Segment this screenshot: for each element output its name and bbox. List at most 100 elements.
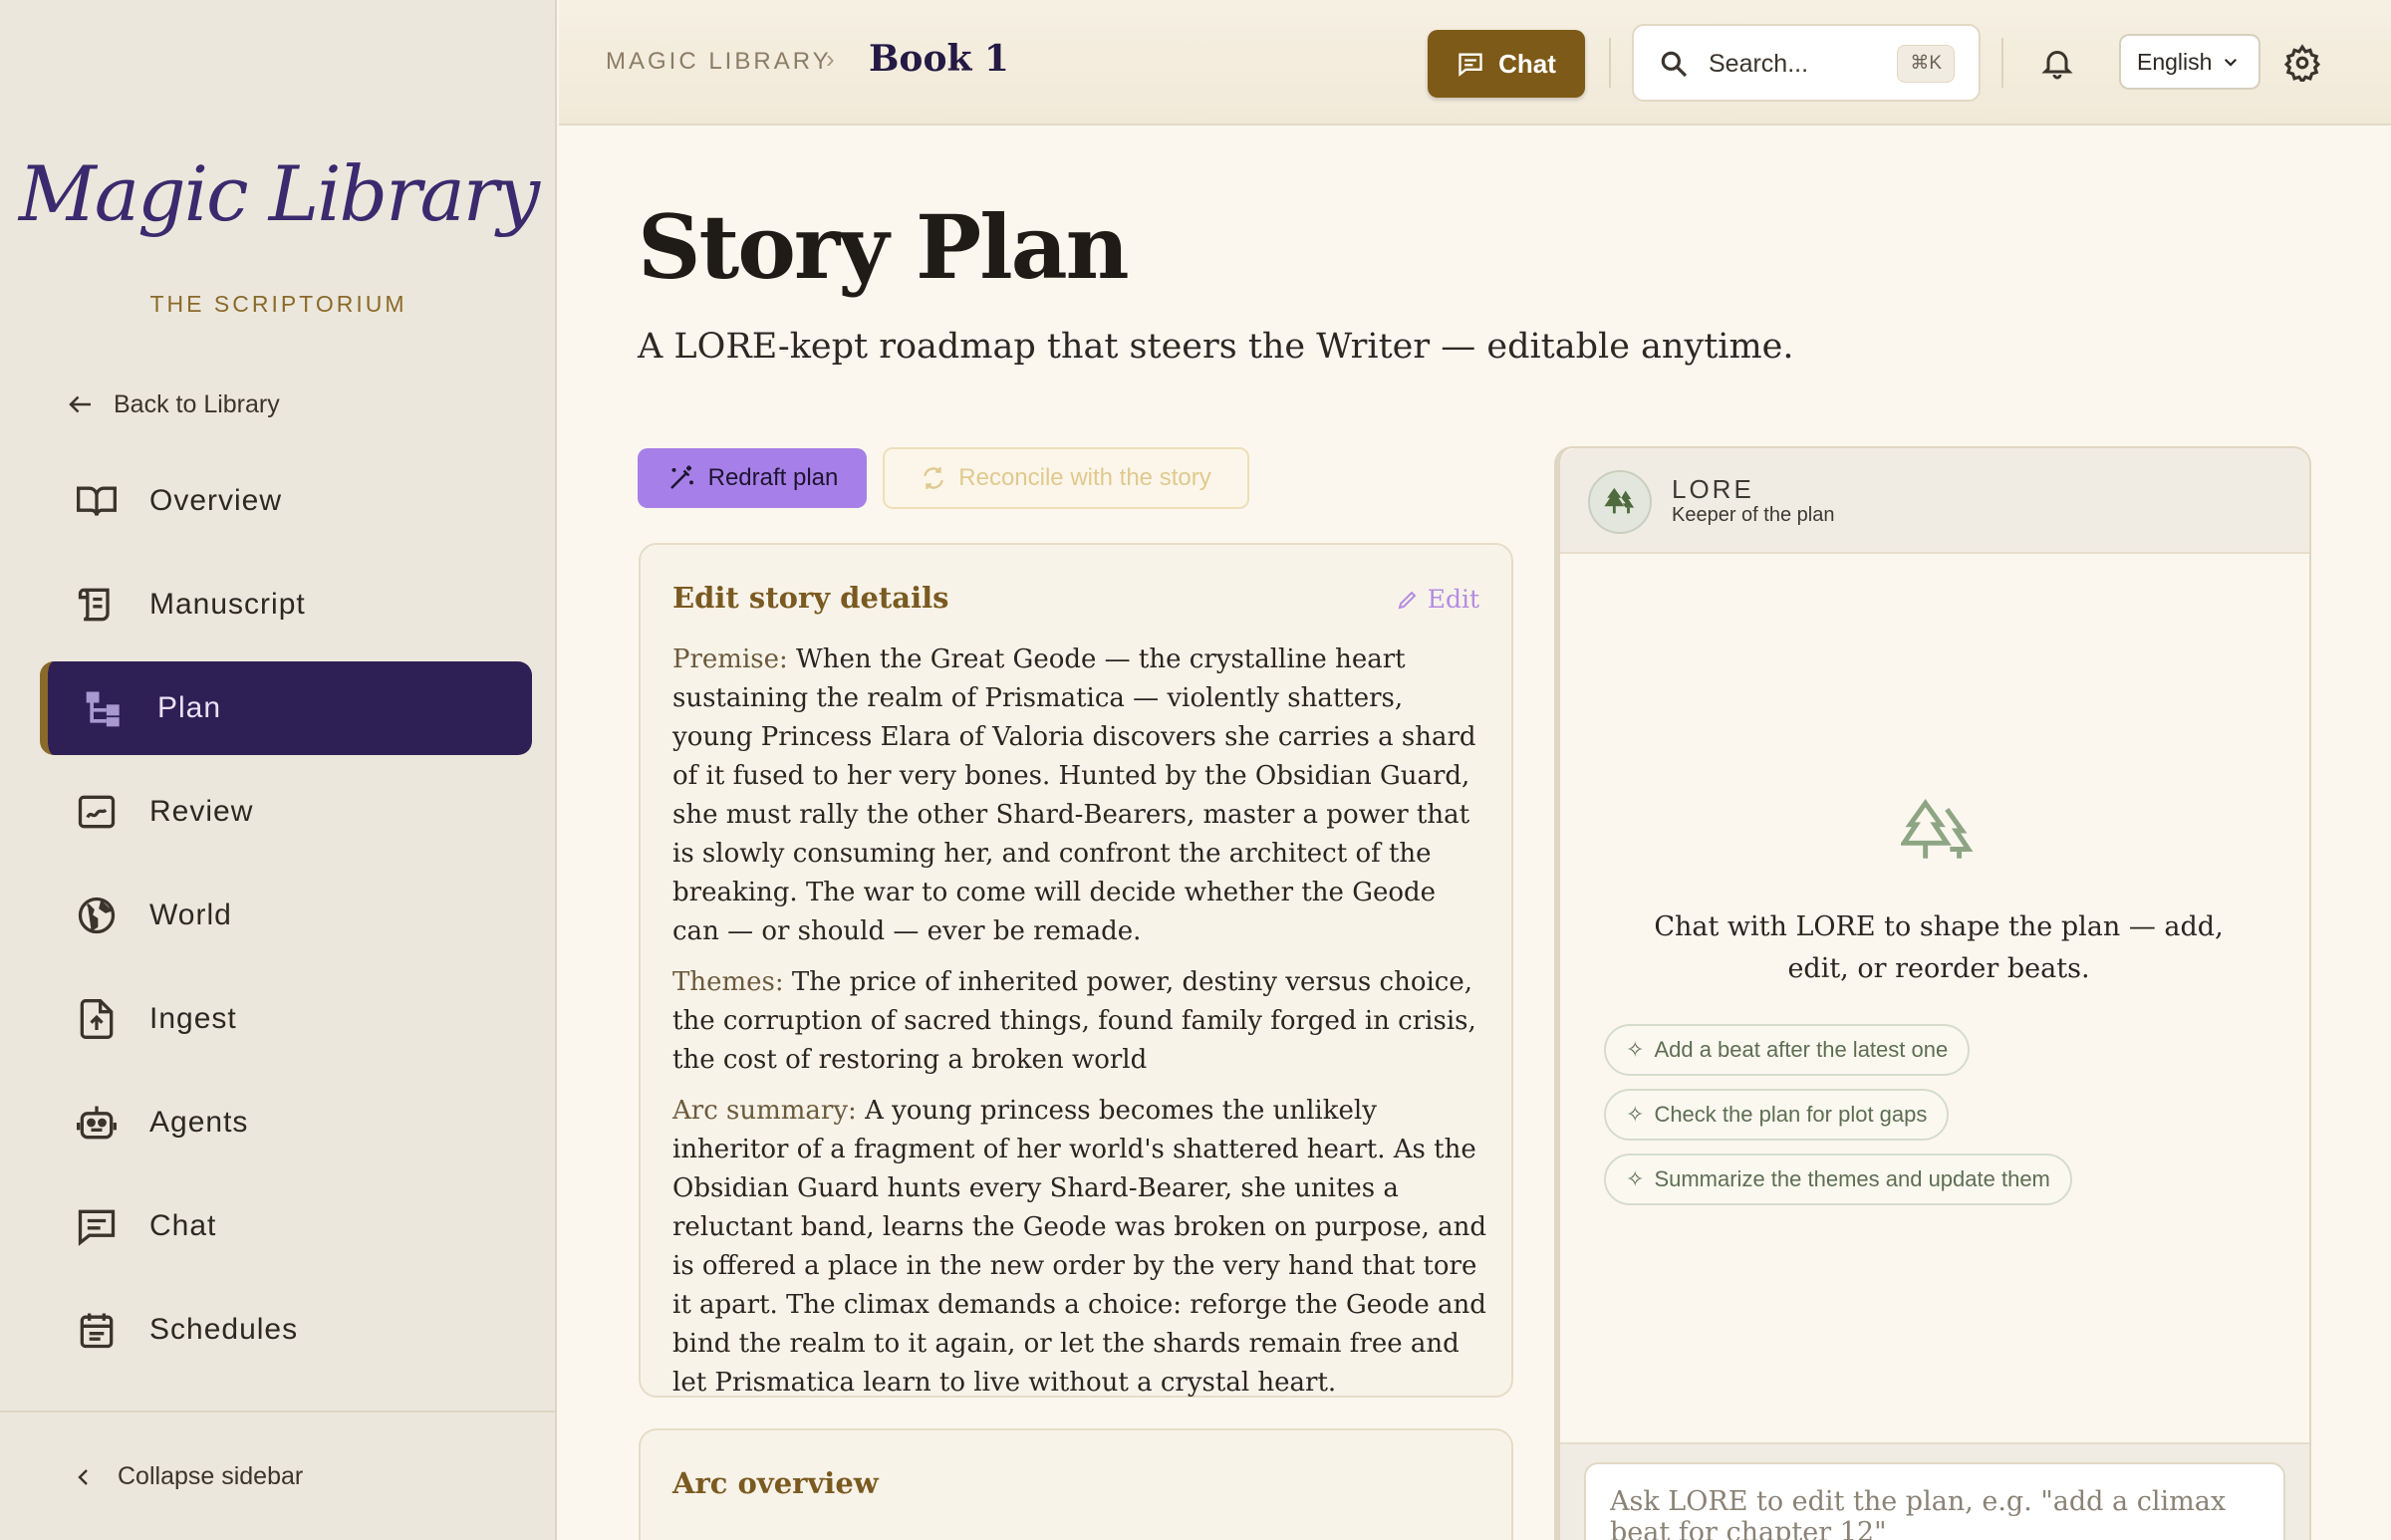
sidebar-item-plan[interactable]: Plan	[40, 661, 532, 755]
reconcile-button[interactable]: Reconcile with the story	[883, 447, 1249, 509]
search-placeholder: Search...	[1709, 50, 1809, 78]
search-shortcut-badge: ⌘K	[1897, 45, 1955, 83]
story-details-body: Premise: When the Great Geode — the crys…	[672, 641, 1489, 1414]
top-bar: MAGIC LIBRARY › Book 1 Chat Search... ⌘K…	[559, 0, 2391, 126]
review-icon	[74, 789, 120, 835]
calendar-icon	[74, 1307, 120, 1353]
search-input[interactable]: Search... ⌘K	[1632, 24, 1981, 102]
robot-icon	[74, 1100, 120, 1146]
sync-icon	[924, 467, 944, 489]
suggestion-chip[interactable]: ✧ Summarize the themes and update them	[1604, 1154, 2072, 1205]
breadcrumb-root[interactable]: MAGIC LIBRARY	[606, 48, 832, 76]
sidebar-item-ingest[interactable]: Ingest	[40, 972, 532, 1066]
sidebar-item-manuscript[interactable]: Manuscript	[40, 558, 532, 651]
language-value: English	[2137, 48, 2213, 75]
sidebar-item-label: Plan	[157, 691, 222, 724]
lore-chat-panel: LORE Keeper of the plan Chat with LORE t…	[1554, 446, 2311, 1540]
sidebar-item-schedules[interactable]: Schedules	[40, 1283, 532, 1377]
globe-icon	[74, 893, 120, 938]
sparkle-icon: ✧	[1626, 1102, 1645, 1127]
app-logo[interactable]: Magic Library	[0, 149, 557, 238]
lore-empty-state-text: Chat with LORE to shape the plan — add, …	[1654, 911, 2224, 984]
premise-paragraph: Premise: When the Great Geode — the crys…	[672, 641, 1489, 951]
suggestion-chip[interactable]: ✧ Add a beat after the latest one	[1604, 1024, 1971, 1076]
sidebar-item-review[interactable]: Review	[40, 765, 532, 859]
search-icon	[1661, 51, 1688, 78]
lore-header: LORE Keeper of the plan	[1560, 448, 2309, 554]
divider	[1609, 38, 1611, 88]
story-details-title: Edit story details	[672, 581, 949, 615]
page-subtitle: A LORE-kept roadmap that steers the Writ…	[638, 327, 1794, 367]
sidebar-item-label: Review	[149, 795, 254, 828]
arc-overview-title: Arc overview	[672, 1466, 879, 1500]
lore-input-placeholder: Ask LORE to edit the plan, e.g. "add a c…	[1610, 1486, 2227, 1540]
arc-summary-paragraph: Arc summary: A young princess becomes th…	[672, 1092, 1489, 1403]
gear-icon[interactable]	[2283, 44, 2321, 82]
open-book-icon	[74, 478, 120, 524]
reconcile-label: Reconcile with the story	[958, 464, 1211, 491]
themes-label: Themes:	[672, 967, 784, 997]
chat-button[interactable]: Chat	[1428, 30, 1585, 98]
themes-paragraph: Themes: The price of inherited power, de…	[672, 963, 1489, 1080]
file-upload-icon	[74, 996, 120, 1042]
suggestion-label: Check the plan for plot gaps	[1654, 1102, 1928, 1127]
bell-icon[interactable]	[2039, 44, 2075, 82]
breadcrumb-separator: ›	[826, 44, 835, 74]
lore-input-area: Ask LORE to edit the plan, e.g. "add a c…	[1560, 1442, 2309, 1540]
magic-wand-icon	[669, 465, 693, 489]
sidebar-footer: Collapse sidebar	[0, 1411, 557, 1540]
chat-icon	[1459, 53, 1482, 77]
divider	[2001, 38, 2003, 88]
redraft-plan-button[interactable]: Redraft plan	[638, 448, 867, 508]
suggestion-label: Summarize the themes and update them	[1654, 1166, 2050, 1191]
lore-role: Keeper of the plan	[1672, 504, 1835, 526]
avatar	[1588, 470, 1652, 534]
arc-overview-card: Arc overview	[639, 1428, 1513, 1540]
scroll-icon	[74, 582, 120, 628]
edit-details-label: Edit	[1427, 585, 1479, 614]
sidebar-item-world[interactable]: World	[40, 869, 532, 962]
sidebar-item-label: Chat	[149, 1209, 217, 1242]
sidebar-item-overview[interactable]: Overview	[40, 454, 532, 548]
lore-name: LORE	[1672, 474, 1754, 504]
redraft-plan-label: Redraft plan	[707, 464, 839, 491]
back-to-library-link[interactable]: Back to Library	[66, 386, 280, 422]
chat-button-label: Chat	[1498, 48, 1556, 79]
suggestion-chip[interactable]: ✧ Check the plan for plot gaps	[1604, 1089, 1950, 1141]
back-to-library-label: Back to Library	[114, 389, 280, 418]
breadcrumb-current: Book 1	[869, 38, 1009, 80]
lore-message-input[interactable]: Ask LORE to edit the plan, e.g. "add a c…	[1584, 1462, 2285, 1540]
arrow-left-icon	[69, 395, 91, 413]
edit-details-button[interactable]: Edit	[1396, 585, 1479, 614]
hierarchy-icon	[82, 685, 128, 731]
sidebar-item-label: Overview	[149, 484, 283, 517]
story-details-card: Edit story details Edit Premise: When th…	[639, 543, 1513, 1398]
sidebar-item-label: Agents	[149, 1106, 249, 1139]
suggestion-label: Add a beat after the latest one	[1654, 1037, 1949, 1062]
collapse-sidebar-button[interactable]: Collapse sidebar	[72, 1462, 303, 1491]
chevron-left-icon	[78, 1468, 88, 1485]
trees-icon	[1604, 487, 1635, 514]
chevron-down-icon	[2225, 58, 2238, 67]
arc-summary-text: A young princess becomes the unlikely in…	[672, 1096, 1487, 1398]
premise-text: When the Great Geode — the crystalline h…	[672, 644, 1476, 946]
sidebar-item-agents[interactable]: Agents	[40, 1076, 532, 1169]
page-title: Story Plan	[638, 195, 1130, 299]
premise-label: Premise:	[672, 644, 788, 674]
sidebar-item-label: Manuscript	[149, 588, 306, 621]
sidebar-item-label: Schedules	[149, 1313, 299, 1346]
chat-icon	[74, 1203, 120, 1249]
sidebar: Magic Library THE SCRIPTORIUM Back to Li…	[0, 0, 557, 1540]
themes-text: The price of inherited power, destiny ve…	[672, 967, 1476, 1075]
sidebar-item-label: Ingest	[149, 1002, 237, 1035]
sidebar-item-chat[interactable]: Chat	[40, 1179, 532, 1273]
app-subtitle: THE SCRIPTORIUM	[149, 291, 407, 317]
sparkle-icon: ✧	[1626, 1166, 1645, 1191]
sparkle-icon: ✧	[1626, 1037, 1645, 1062]
trees-icon	[1901, 799, 1974, 859]
language-select[interactable]: English	[2119, 34, 2260, 90]
sidebar-item-label: World	[149, 898, 232, 931]
pencil-icon	[1398, 591, 1417, 609]
arc-summary-label: Arc summary:	[672, 1096, 857, 1126]
collapse-sidebar-label: Collapse sidebar	[118, 1462, 304, 1490]
